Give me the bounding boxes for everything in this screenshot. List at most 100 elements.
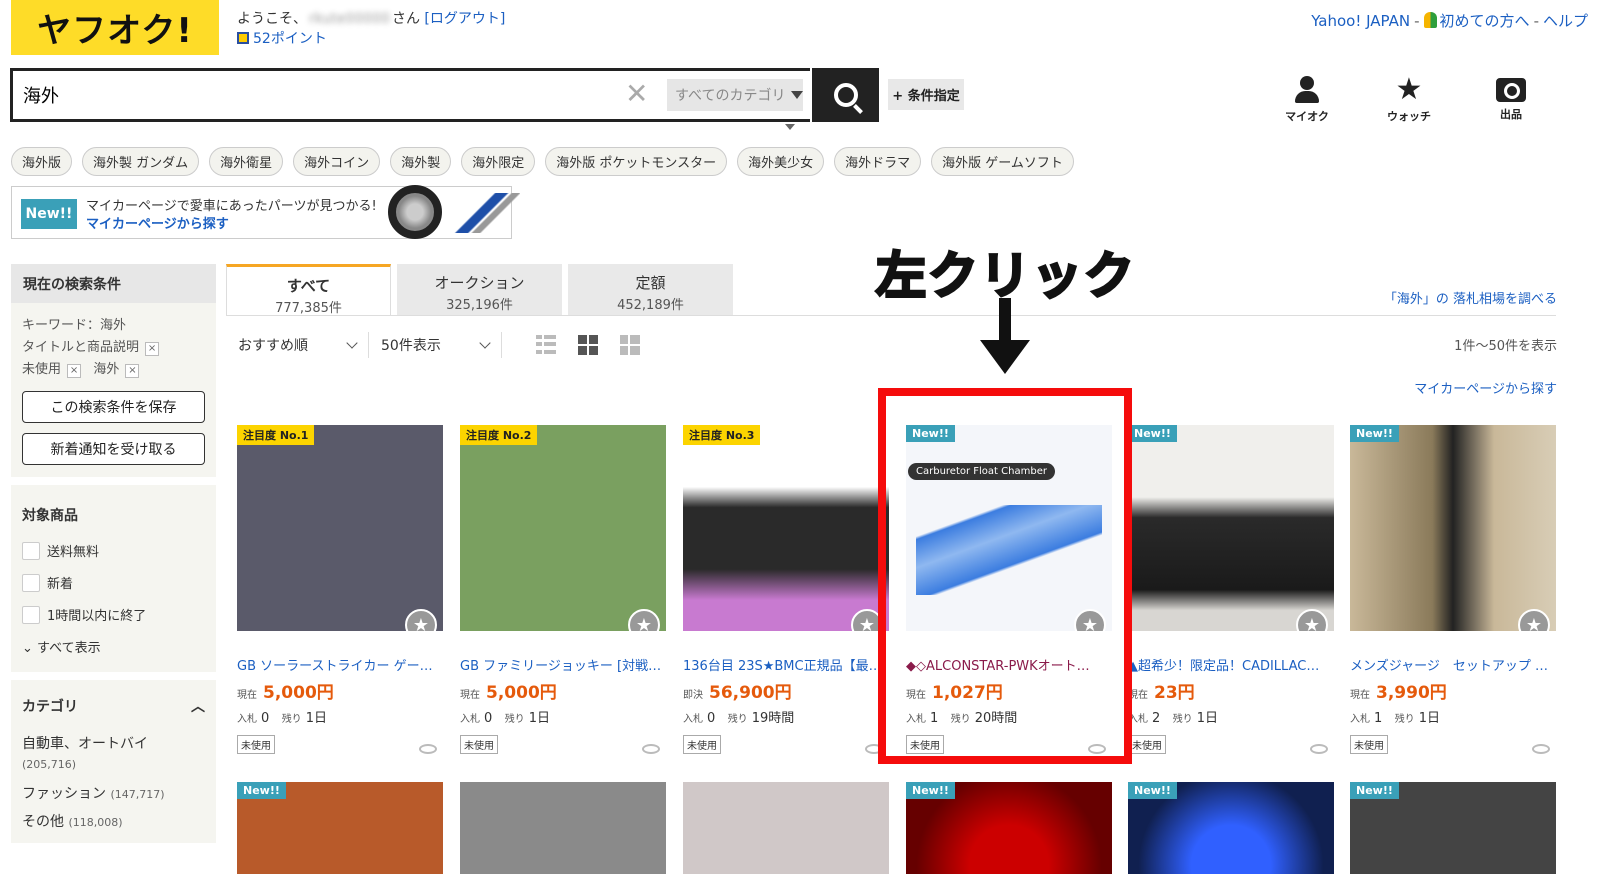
sort-order-select[interactable]: おすすめ順 bbox=[238, 332, 369, 358]
tag-chip[interactable]: 海外衛星 bbox=[209, 147, 284, 176]
product-image[interactable]: 注目度 No.2 ★ bbox=[460, 425, 666, 631]
tab-all[interactable]: すべて 777,385件 bbox=[226, 264, 391, 316]
tag-chip[interactable]: 海外コイン bbox=[293, 147, 381, 176]
product-image[interactable] bbox=[683, 782, 889, 874]
watch-star-icon[interactable]: ★ bbox=[1074, 609, 1106, 631]
category-select[interactable]: すべてのカテゴリ bbox=[667, 79, 804, 111]
checkbox[interactable] bbox=[22, 573, 40, 592]
product-title[interactable]: ◆◇ALCONSTAR-PWKオート… bbox=[906, 655, 1112, 674]
watch-star-icon[interactable]: ★ bbox=[851, 609, 883, 631]
watch-star-icon[interactable]: ★ bbox=[405, 609, 437, 631]
mycar-banner[interactable]: New!! マイカーページで愛車にあったパーツが見つかる! マイカーページから探… bbox=[11, 185, 520, 239]
help-link[interactable]: ヘルプ bbox=[1543, 12, 1588, 30]
category-item[interactable]: 自動車、オートバイ (205,716) bbox=[22, 734, 205, 775]
tag-chip[interactable]: 海外限定 bbox=[461, 147, 536, 176]
checkbox-new[interactable]: 新着 bbox=[22, 573, 205, 592]
watch-star-icon[interactable]: ★ bbox=[1296, 609, 1328, 631]
condition-button[interactable]: + 条件指定 bbox=[888, 79, 964, 110]
notify-button[interactable]: 新着通知を受け取る bbox=[22, 433, 205, 465]
product-image[interactable] bbox=[460, 782, 666, 874]
market-price-link[interactable]: 「海外」の 落札相場を調べる bbox=[1384, 288, 1557, 307]
tag-chip[interactable]: 海外美少女 bbox=[737, 147, 825, 176]
clear-icon[interactable]: ✕ bbox=[625, 80, 648, 108]
product-card[interactable]: 注目度 No.2 ★ GB ファミリージョッキー [対戦… 現在 5,000円 入札… bbox=[460, 425, 666, 754]
condition-badge: 未使用 bbox=[1350, 735, 1388, 754]
watch-star-icon[interactable]: ★ bbox=[628, 609, 660, 631]
tag-chip[interactable]: 海外ドラマ bbox=[834, 147, 922, 176]
category-header[interactable]: カテゴリ ︿ bbox=[22, 696, 205, 716]
sort-order-label: おすすめ順 bbox=[238, 338, 308, 354]
product-title[interactable]: 136台目 23S★BMC正規品【最… bbox=[683, 655, 889, 674]
banner-link[interactable]: マイカーページから探す bbox=[86, 213, 229, 232]
product-card[interactable]: New!! ★ ▲超希少！限定品！CADILLAC… 現在 23円 入札 2 残り 1日… bbox=[1128, 425, 1334, 754]
product-title[interactable]: ▲超希少！限定品！CADILLAC… bbox=[1128, 655, 1334, 674]
product-title[interactable]: GB ソーラーストライカー ゲー… bbox=[237, 655, 443, 674]
watch-star-icon[interactable]: ★ bbox=[1518, 609, 1550, 631]
product-image[interactable]: New!! ★ bbox=[1350, 425, 1556, 631]
price-value: 1,027円 bbox=[932, 683, 1003, 703]
save-search-button[interactable]: この検索条件を保存 bbox=[22, 391, 205, 423]
checkbox-free-shipping[interactable]: 送料無料 bbox=[22, 541, 205, 560]
show-all-link[interactable]: ⌄ すべて表示 bbox=[22, 637, 205, 656]
tag-chip[interactable]: 海外版 bbox=[11, 147, 73, 176]
checkbox[interactable] bbox=[22, 605, 40, 624]
product-card[interactable]: New!! ★ メンズジャージ セットアップ … 現在 3,990円 入札 1 残り 1… bbox=[1350, 425, 1556, 754]
product-image[interactable]: 注目度 No.1 ★ bbox=[237, 425, 443, 631]
search-input[interactable] bbox=[23, 81, 613, 109]
listing-button[interactable]: 出品 bbox=[1481, 76, 1541, 122]
welcome-message: ようこそ、 rkute00000 さん [ログアウト] bbox=[237, 8, 505, 28]
tag-chip[interactable]: 海外製 ガンダム bbox=[82, 147, 200, 176]
mycar-link[interactable]: マイカーページから探す bbox=[1414, 378, 1557, 397]
product-card[interactable]: 注目度 No.1 ★ GB ソーラーストライカー ゲー… 現在 5,000円 入札 0… bbox=[237, 425, 443, 754]
product-image[interactable]: 注目度 No.3 ★ bbox=[683, 425, 889, 631]
myauction-button[interactable]: マイオク bbox=[1277, 76, 1337, 124]
product-title[interactable]: メンズジャージ セットアップ … bbox=[1350, 655, 1556, 674]
list-view-icon[interactable] bbox=[535, 335, 556, 355]
tag-chip[interactable]: 海外版 ポケットモンスター bbox=[545, 147, 728, 176]
myauction-label: マイオク bbox=[1285, 110, 1329, 123]
remain-time: 1日 bbox=[305, 711, 327, 726]
welcome-prefix: ようこそ、 bbox=[237, 11, 307, 27]
product-card[interactable]: 注目度 No.3 ★ 136台目 23S★BMC正規品【最… 即決 56,900円 … bbox=[683, 425, 889, 754]
gallery-view-icon[interactable] bbox=[619, 335, 640, 355]
yahoo-japan-link[interactable]: Yahoo! JAPAN bbox=[1311, 12, 1410, 30]
product-image[interactable]: New!! bbox=[1128, 782, 1334, 874]
yahuoku-logo[interactable]: ヤフオク! bbox=[11, 0, 219, 55]
watch-button[interactable]: ★ ウォッチ bbox=[1379, 75, 1439, 124]
remain-time: 19時間 bbox=[751, 711, 795, 726]
beginner-link[interactable]: 初めての方へ bbox=[1440, 12, 1530, 30]
product-image[interactable]: New!! bbox=[906, 782, 1112, 874]
search-box: ✕ すべてのカテゴリ bbox=[10, 68, 810, 122]
tire-image bbox=[388, 185, 442, 239]
points-display[interactable]: 52ポイント bbox=[237, 28, 327, 48]
product-image[interactable]: New!! Carburetor Float Chamber ★ bbox=[906, 425, 1112, 631]
grid-view-icon[interactable] bbox=[577, 335, 598, 355]
remove-icon[interactable]: × bbox=[67, 364, 82, 378]
category-item[interactable]: その他 (118,008) bbox=[22, 811, 205, 831]
tab-auction[interactable]: オークション 325,196件 bbox=[397, 264, 562, 316]
search-button[interactable] bbox=[812, 68, 879, 122]
product-price: 現在 5,000円 bbox=[237, 678, 443, 703]
checkbox-label: 送料無料 bbox=[47, 545, 100, 560]
logout-link[interactable]: [ログアウト] bbox=[424, 11, 505, 27]
tag-chip[interactable]: 海外製 bbox=[390, 147, 452, 176]
checkbox-ending-soon[interactable]: 1時間以内に終了 bbox=[22, 605, 205, 624]
bid-label: 入札 bbox=[1128, 714, 1148, 725]
dropdown-arrow-icon bbox=[791, 91, 804, 99]
product-card[interactable]: New!! Carburetor Float Chamber ★ ◆◇ALCON… bbox=[906, 425, 1112, 754]
product-image[interactable]: New!! bbox=[1350, 782, 1556, 874]
condition-badge: 未使用 bbox=[460, 735, 498, 754]
tag-chip[interactable]: 海外版 ゲームソフト bbox=[931, 147, 1074, 176]
eye-icon bbox=[1310, 744, 1328, 754]
category-item[interactable]: ファッション (147,717) bbox=[22, 783, 205, 803]
remain-label: 残り bbox=[1172, 714, 1193, 725]
remove-icon[interactable]: × bbox=[125, 364, 140, 378]
remove-icon[interactable]: × bbox=[145, 342, 160, 356]
tab-fixed-price[interactable]: 定額 452,189件 bbox=[568, 264, 733, 316]
product-image[interactable]: New!! ★ bbox=[1128, 425, 1334, 631]
product-title[interactable]: GB ファミリージョッキー [対戦… bbox=[460, 655, 666, 674]
per-page-label: 50件表示 bbox=[381, 338, 441, 354]
product-image[interactable]: New!! bbox=[237, 782, 443, 874]
per-page-select[interactable]: 50件表示 bbox=[381, 332, 502, 358]
checkbox[interactable] bbox=[22, 541, 40, 560]
